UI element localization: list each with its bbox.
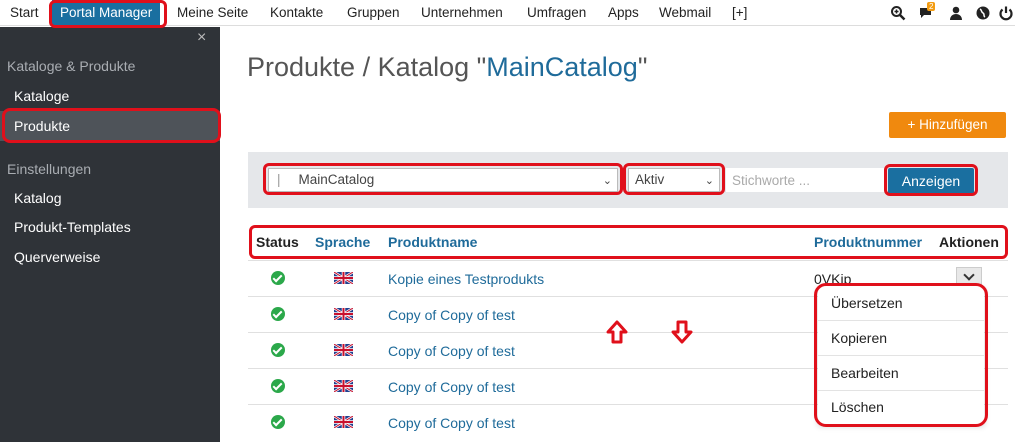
product-name-link[interactable]: Copy of Copy of test (388, 307, 515, 323)
add-button[interactable]: + Hinzufügen (889, 112, 1006, 138)
select-caret-marker: | (277, 172, 281, 187)
power-icon[interactable] (998, 5, 1014, 21)
top-navigation: Start Portal Manager Meine Seite Kontakt… (0, 0, 1015, 26)
uk-flag-icon (334, 416, 353, 428)
close-icon[interactable]: × (197, 29, 206, 47)
actions-dropdown-toggle[interactable] (956, 267, 982, 285)
product-number: 0VKjp (814, 271, 852, 287)
catalog-select-value: MainCatalog (298, 172, 375, 187)
page-title: Produkte / Katalog "MainCatalog" (247, 52, 647, 83)
product-name-link[interactable]: Copy of Copy of test (388, 379, 515, 395)
chevron-down-icon: ⌄ (602, 175, 612, 187)
col-status: Status (256, 234, 299, 250)
sidebar-group-settings: Einstellungen (7, 161, 92, 177)
nav-kontakte[interactable]: Kontakte (270, 0, 323, 26)
sidebar-item-produkte[interactable]: Produkte (0, 111, 220, 141)
catalog-select[interactable]: | MainCatalog ⌄ (268, 168, 618, 192)
uk-flag-icon (334, 272, 353, 284)
uk-flag-icon (334, 344, 353, 356)
sidebar: × Kataloge & Produkte Kataloge Produkte … (0, 27, 220, 442)
menu-item-translate[interactable]: Übersetzen (818, 286, 984, 321)
nav-more[interactable]: [+] (732, 0, 747, 26)
globe-icon[interactable] (975, 5, 991, 21)
page-title-prefix: Produkte / Katalog " (247, 52, 487, 82)
actions-menu: Übersetzen Kopieren Bearbeiten Löschen (818, 286, 984, 424)
status-ok-icon (271, 307, 285, 321)
sidebar-item-produkt-templates[interactable]: Produkt-Templates (0, 212, 220, 242)
show-button[interactable]: Anzeigen (888, 168, 974, 194)
col-produktnummer[interactable]: Produktnummer (814, 234, 922, 250)
menu-item-copy[interactable]: Kopieren (818, 321, 984, 356)
keyword-input[interactable] (726, 168, 884, 192)
sort-down-arrow-icon[interactable] (671, 320, 693, 344)
col-sprache[interactable]: Sprache (315, 234, 370, 250)
nav-apps[interactable]: Apps (608, 0, 639, 26)
status-select-value: Aktiv (635, 172, 665, 187)
sidebar-item-querverweise[interactable]: Querverweise (0, 242, 220, 272)
chevron-down-icon: ⌄ (704, 175, 714, 187)
search-zoom-icon[interactable] (890, 5, 906, 21)
sort-up-arrow-icon[interactable] (606, 320, 628, 344)
user-icon[interactable] (948, 5, 964, 21)
nav-unternehmen[interactable]: Unternehmen (421, 0, 503, 26)
status-ok-icon (271, 415, 285, 429)
nav-meine-seite[interactable]: Meine Seite (177, 0, 248, 26)
menu-item-delete[interactable]: Löschen (818, 390, 984, 425)
uk-flag-icon (334, 308, 353, 320)
col-produktname[interactable]: Produktname (388, 234, 477, 250)
sidebar-item-katalog[interactable]: Katalog (0, 183, 220, 213)
status-ok-icon (271, 379, 285, 393)
status-ok-icon (271, 271, 285, 285)
menu-item-edit[interactable]: Bearbeiten (818, 356, 984, 391)
product-name-link[interactable]: Copy of Copy of test (388, 343, 515, 359)
nav-webmail[interactable]: Webmail (659, 0, 711, 26)
status-ok-icon (271, 343, 285, 357)
nav-start[interactable]: Start (10, 0, 39, 26)
sidebar-item-kataloge[interactable]: Kataloge (0, 81, 220, 111)
product-name-link[interactable]: Copy of Copy of test (388, 415, 515, 431)
sidebar-group-catalogs: Kataloge & Produkte (7, 58, 136, 74)
nav-portal-manager[interactable]: Portal Manager (52, 0, 161, 26)
col-aktionen: Aktionen (939, 234, 999, 250)
notification-badge: 2 (927, 2, 936, 11)
page-title-suffix: " (637, 52, 648, 82)
chat-icon[interactable]: 2 (918, 2, 936, 21)
uk-flag-icon (334, 380, 353, 392)
nav-gruppen[interactable]: Gruppen (347, 0, 400, 26)
product-name-link[interactable]: Kopie eines Testprodukts (388, 271, 544, 287)
status-select[interactable]: Aktiv ⌄ (628, 168, 720, 192)
page-title-catalog: MainCatalog (486, 52, 638, 82)
nav-umfragen[interactable]: Umfragen (527, 0, 586, 26)
